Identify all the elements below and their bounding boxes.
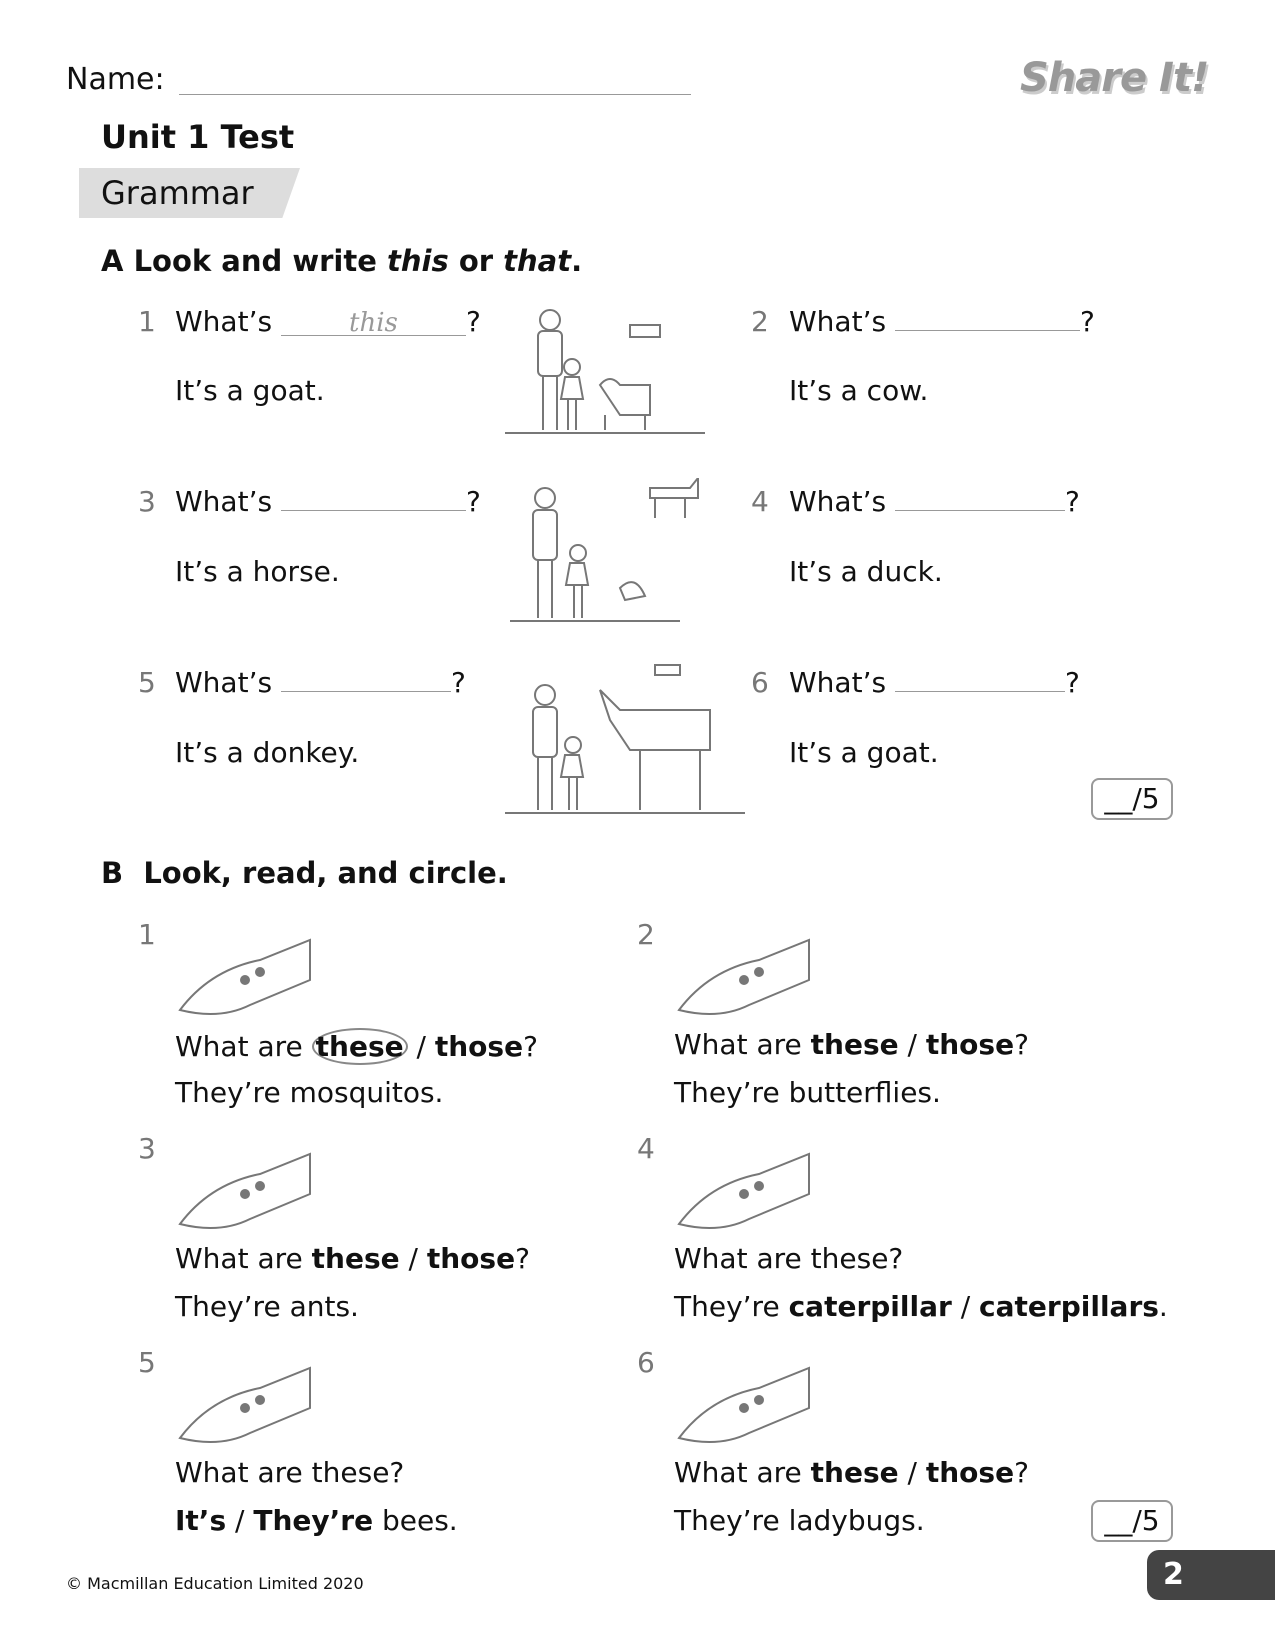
part-b-item-number: 4 <box>637 1132 655 1165</box>
part-b-item-number: 6 <box>637 1346 655 1379</box>
option-2[interactable]: those <box>427 1242 515 1275</box>
part-a-answer: It’s a donkey. <box>175 736 360 769</box>
section-title: Grammar <box>101 174 254 212</box>
part-b-line1: What are these? <box>175 1456 405 1489</box>
family-horse-duck-illustration <box>510 478 699 622</box>
part-b-line2: It’s / They’re bees. <box>175 1504 458 1537</box>
part-a-answer: It’s a duck. <box>789 555 943 588</box>
part-a-item-number: 2 <box>751 305 769 338</box>
part-a-item-number: 3 <box>138 485 156 518</box>
family-goat-cow-illustration <box>505 309 705 434</box>
part-b-line1: What are these / those? <box>175 1028 538 1065</box>
part-b-line2: They’re butterflies. <box>674 1076 941 1109</box>
part-b-line2: They’re ladybugs. <box>674 1504 925 1537</box>
part-b-line1: What are these / those? <box>674 1028 1029 1061</box>
part-a-item-number: 1 <box>138 305 156 338</box>
share-it-logo: Share It! <box>1020 55 1209 101</box>
option-1[interactable]: caterpillar <box>789 1290 952 1323</box>
hand-pointing-illustration <box>178 1366 311 1443</box>
part-b-line2: They’re caterpillar / caterpillars. <box>674 1290 1168 1323</box>
part-a-question: What’s ? <box>789 666 1080 699</box>
copyright: © Macmillan Education Limited 2020 <box>66 1574 364 1593</box>
part-b-line1: What are these? <box>674 1242 904 1275</box>
option-2[interactable]: those <box>926 1456 1014 1489</box>
part-a-question: What’s ? <box>789 485 1080 518</box>
part-b-heading: B Look, read, and circle. <box>101 856 508 890</box>
option-1[interactable]: these <box>811 1456 899 1489</box>
page-title: Unit 1 Test <box>101 118 295 156</box>
option-1[interactable]: these <box>811 1028 899 1061</box>
option-1[interactable]: these <box>311 1028 408 1065</box>
part-a-score-box[interactable]: __/5 <box>1091 778 1173 820</box>
page-number: 2 <box>1147 1550 1275 1600</box>
answer-blank[interactable]: this <box>280 310 466 336</box>
answer-blank[interactable] <box>280 485 466 511</box>
part-b-score-box[interactable]: __/5 <box>1091 1500 1173 1542</box>
answer-blank[interactable] <box>280 666 451 692</box>
answer-blank[interactable] <box>894 485 1065 511</box>
hand-pointing-illustration <box>178 938 311 1015</box>
part-b-line1: What are these / those? <box>674 1456 1029 1489</box>
part-a-item-number: 4 <box>751 485 769 518</box>
option-2[interactable]: those <box>926 1028 1014 1061</box>
option-2[interactable]: those <box>435 1030 523 1063</box>
part-a-answer: It’s a goat. <box>175 374 325 407</box>
part-a-item-number: 5 <box>138 666 156 699</box>
answer-blank[interactable] <box>894 666 1065 692</box>
option-2[interactable]: caterpillars <box>979 1290 1159 1323</box>
hand-pointing-illustration <box>677 1152 810 1229</box>
name-label: Name: <box>66 62 165 97</box>
part-a-question: What’s ? <box>789 305 1095 338</box>
part-b-item-number: 2 <box>637 918 655 951</box>
answer-blank[interactable] <box>894 305 1080 331</box>
option-2[interactable]: They’re <box>253 1504 373 1537</box>
option-1[interactable]: these <box>312 1242 400 1275</box>
name-field[interactable] <box>179 94 691 95</box>
part-a-question: What’s this? <box>175 305 481 338</box>
part-a-heading: A Look and write this or that. <box>101 244 583 278</box>
part-a-item-number: 6 <box>751 666 769 699</box>
hand-pointing-illustration <box>178 1152 311 1229</box>
part-b-line2: They’re mosquitos. <box>175 1076 444 1109</box>
part-a-question: What’s ? <box>175 485 481 518</box>
hand-pointing-illustration <box>677 938 810 1015</box>
part-a-answer: It’s a cow. <box>789 374 929 407</box>
part-b-item-number: 5 <box>138 1346 156 1379</box>
part-b-line2: They’re ants. <box>175 1290 359 1323</box>
part-b-item-number: 3 <box>138 1132 156 1165</box>
part-a-question: What’s ? <box>175 666 466 699</box>
part-b-line1: What are these / those? <box>175 1242 530 1275</box>
part-b-item-number: 1 <box>138 918 156 951</box>
part-a-answer: It’s a horse. <box>175 555 340 588</box>
family-donkey-goat-illustration <box>505 664 745 814</box>
option-1[interactable]: It’s <box>175 1504 226 1537</box>
part-a-answer: It’s a goat. <box>789 736 939 769</box>
hand-pointing-illustration <box>677 1366 810 1443</box>
